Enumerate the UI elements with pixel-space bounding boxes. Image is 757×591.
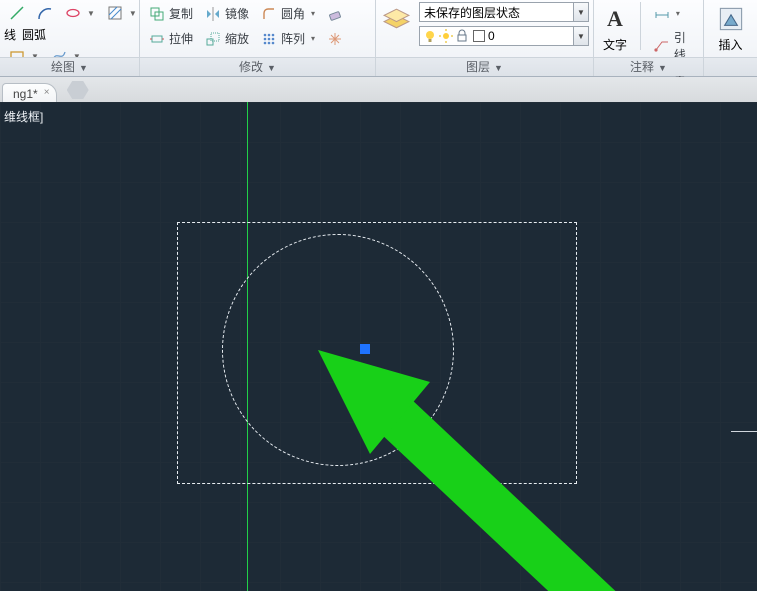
panel-title-insert xyxy=(704,57,757,76)
document-tab-label: ng1* xyxy=(13,87,38,101)
chevron-down-icon: ▼ xyxy=(494,63,503,73)
panel-title-layer[interactable]: 图层▼ xyxy=(376,57,593,76)
chevron-down-icon: ▾ xyxy=(311,9,315,18)
chevron-down-icon: ▼ xyxy=(658,63,667,73)
text-button[interactable]: A 文字 xyxy=(598,2,632,53)
object-grip[interactable] xyxy=(360,344,370,354)
mirror-icon xyxy=(205,6,221,22)
close-icon[interactable]: × xyxy=(42,88,52,98)
fillet-icon xyxy=(261,6,277,22)
chevron-down-icon: ▾ xyxy=(311,34,315,43)
copy-icon xyxy=(149,6,165,22)
hatch-icon xyxy=(107,5,123,21)
chevron-down-icon: ▾ xyxy=(676,9,680,18)
erase-icon xyxy=(327,6,343,22)
arc-button[interactable] xyxy=(32,2,58,24)
chevron-down-icon: ▼ xyxy=(79,63,88,73)
hatch-button[interactable]: ▼ xyxy=(102,2,142,24)
insert-label: 插入 xyxy=(718,36,742,53)
current-layer-name: 0 xyxy=(488,29,495,43)
selection-circle xyxy=(222,234,454,466)
panel-modify: 复制 镜像 圆角▾ 拉伸 缩放 阵列▾ 修改▼ xyxy=(140,0,376,76)
explode-icon xyxy=(327,31,343,47)
stretch-icon xyxy=(149,31,165,47)
mirror-button[interactable]: 镜像 xyxy=(200,2,254,25)
panel-annotate: A 文字 ▾ 引线 表格 注释▼ xyxy=(594,0,704,76)
chevron-down-icon: ▼ xyxy=(267,63,276,73)
layer-state-text: 未保存的图层状态 xyxy=(424,4,520,21)
lock-icon xyxy=(454,28,470,44)
arc-icon xyxy=(37,5,53,21)
sun-icon xyxy=(438,28,454,44)
lightbulb-icon xyxy=(422,28,438,44)
visual-style-label[interactable]: 维线框] xyxy=(4,108,43,125)
copy-button[interactable]: 复制 xyxy=(144,2,198,25)
layer-state-combo[interactable]: 未保存的图层状态 ▼ xyxy=(419,2,589,22)
chevron-down-icon: ▼ xyxy=(573,3,588,21)
panel-insert: 插入 xyxy=(704,0,757,76)
chevron-down-icon: ▼ xyxy=(129,9,137,18)
current-layer-combo[interactable]: 0 ▼ xyxy=(419,26,589,46)
erase-button[interactable] xyxy=(322,2,348,25)
dimension-button[interactable]: ▾ xyxy=(649,2,699,24)
line-button[interactable] xyxy=(4,2,30,24)
document-tab-bar: ng1* × xyxy=(0,77,757,104)
chevron-down-icon: ▼ xyxy=(87,9,95,18)
scale-button[interactable]: 缩放 xyxy=(200,27,254,50)
panel-title-annotate[interactable]: 注释▼ xyxy=(594,57,703,76)
leader-icon xyxy=(654,38,670,54)
panel-title-draw[interactable]: 绘图▼ xyxy=(0,57,139,76)
scale-icon xyxy=(205,31,221,47)
ellipse-icon xyxy=(65,5,81,21)
chevron-down-icon: ▼ xyxy=(573,27,588,45)
arc-label: 圆弧 xyxy=(22,26,46,43)
line-label: 线 xyxy=(4,26,16,43)
insert-block-button[interactable] xyxy=(714,2,748,36)
panel-draw: ▼ ▼ 线 圆弧 ▼ xyxy=(0,0,140,76)
array-button[interactable]: 阵列▾ xyxy=(256,27,320,50)
layer-color-swatch xyxy=(473,30,485,42)
ellipse-button[interactable]: ▼ xyxy=(60,2,100,24)
drawing-canvas[interactable]: 维线框] xyxy=(0,102,757,591)
stretch-button[interactable]: 拉伸 xyxy=(144,27,198,50)
panel-title-modify[interactable]: 修改▼ xyxy=(140,57,375,76)
new-tab-button[interactable] xyxy=(67,81,89,99)
dimension-icon xyxy=(654,5,670,21)
stray-line-segment xyxy=(731,431,757,432)
layer-properties-button[interactable] xyxy=(380,2,413,36)
explode-button[interactable] xyxy=(322,27,348,50)
array-icon xyxy=(261,31,277,47)
line-icon xyxy=(9,5,25,21)
ribbon: ▼ ▼ 线 圆弧 ▼ xyxy=(0,0,757,77)
panel-layer: 未保存的图层状态 ▼ 0 ▼ 图层▼ xyxy=(376,0,594,76)
document-tab[interactable]: ng1* × xyxy=(2,83,57,104)
fillet-button[interactable]: 圆角▾ xyxy=(256,2,320,25)
text-icon: A xyxy=(598,2,632,36)
